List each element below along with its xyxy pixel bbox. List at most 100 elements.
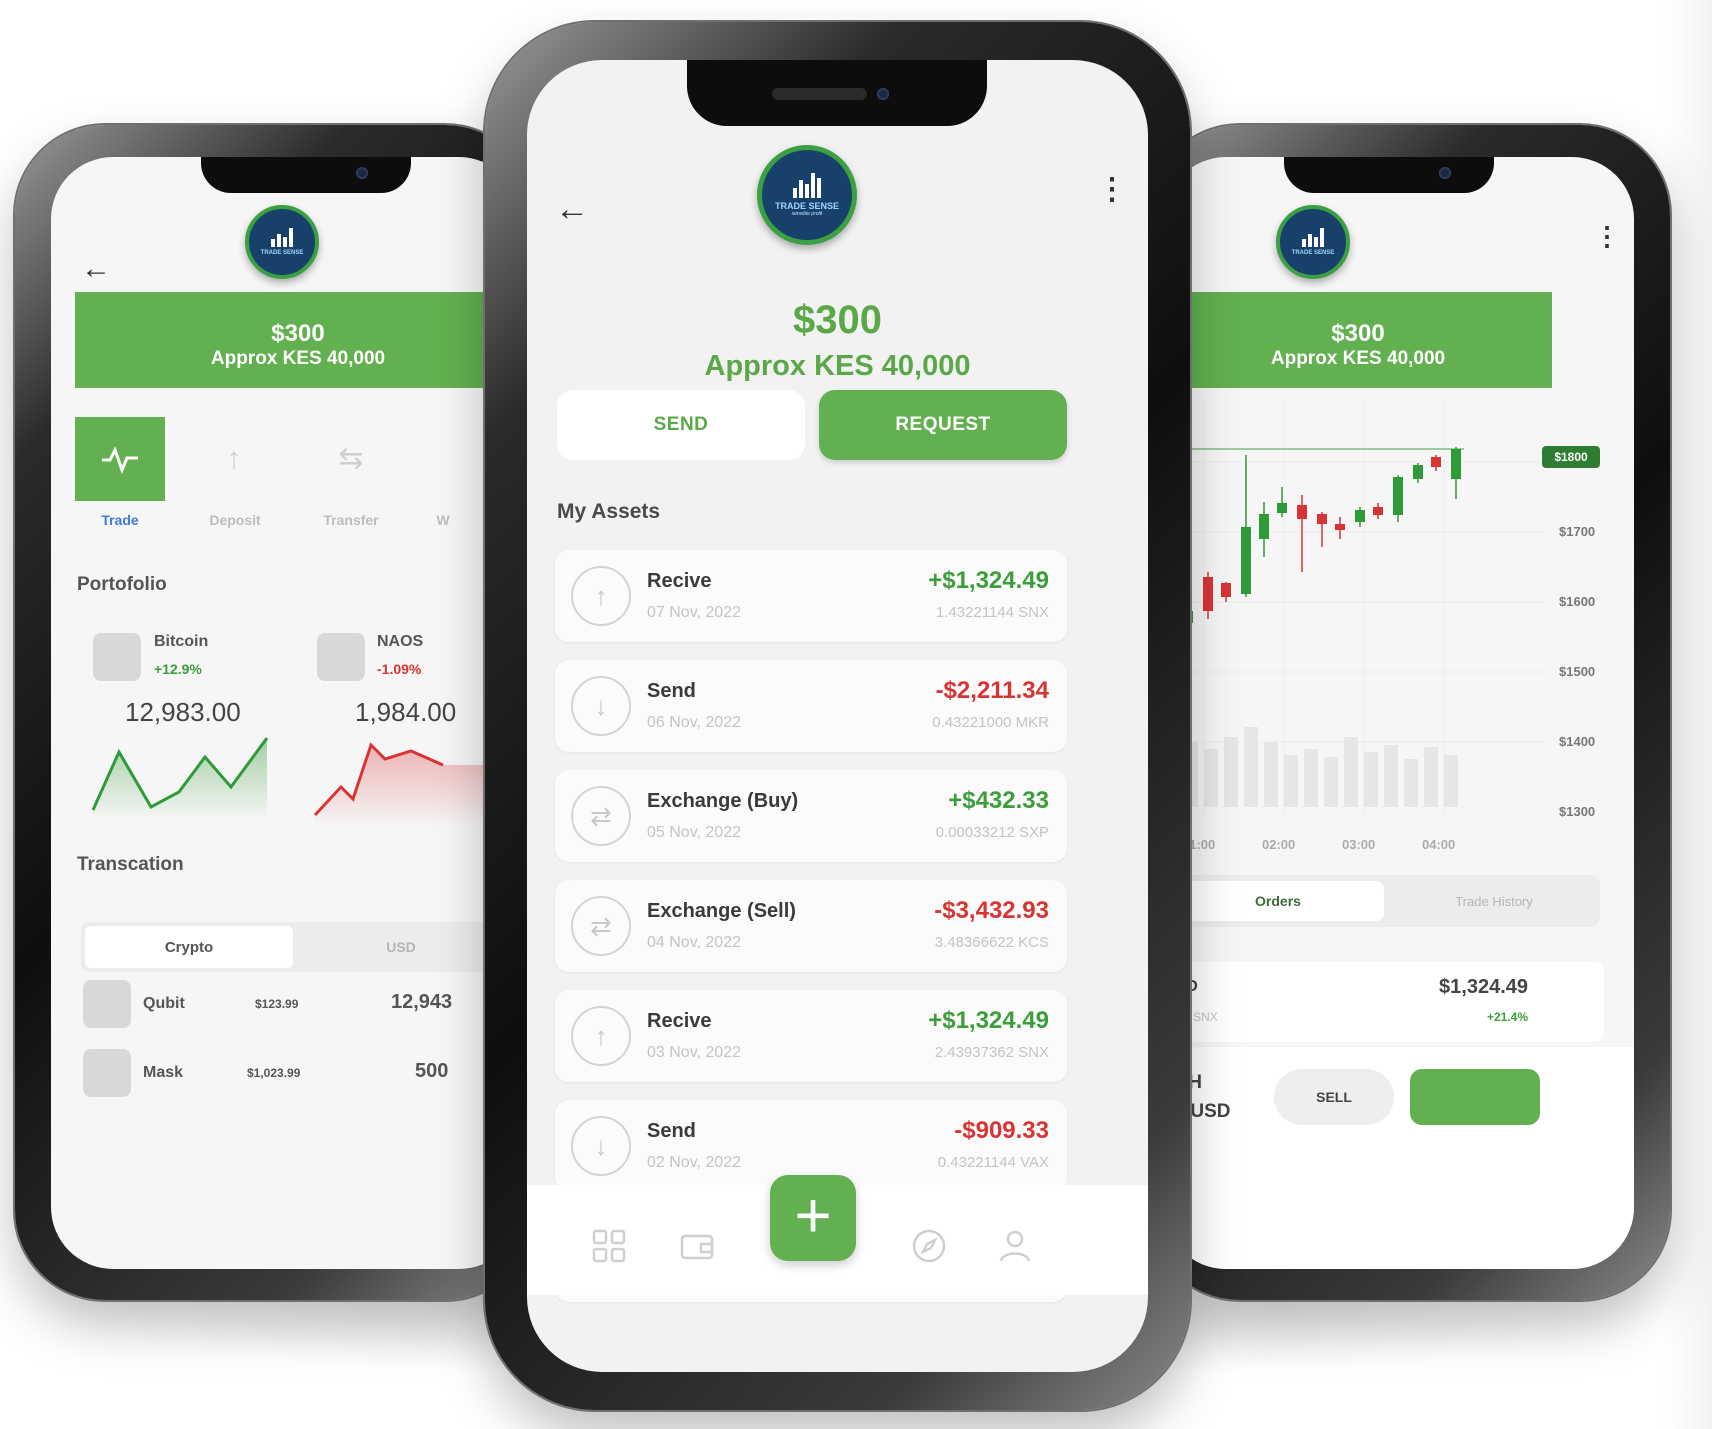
- portfolio-title: Portofolio: [77, 574, 167, 595]
- balance-amount: $300: [1331, 320, 1385, 347]
- transaction-title: Send: [647, 680, 696, 702]
- grid-icon[interactable]: [589, 1228, 629, 1268]
- segment-crypto[interactable]: Crypto: [85, 926, 293, 968]
- transaction-amount: -$2,211.34: [935, 677, 1049, 704]
- transaction-title: Send: [647, 1120, 696, 1142]
- tab-transfer-label: Transfer: [323, 512, 379, 528]
- row-name: Qubit: [143, 995, 185, 1012]
- front-camera: [877, 88, 889, 100]
- transaction-title: Transcation: [77, 854, 184, 875]
- transaction-row[interactable]: ⇄ Exchange (Sell) 04 Nov, 2022 -$3,432.93 3.…: [555, 880, 1067, 972]
- my-assets-title: My Assets: [557, 500, 661, 523]
- more-options-icon[interactable]: ⋮: [1097, 175, 1127, 205]
- transaction-title: Recive: [647, 570, 712, 592]
- front-camera: [356, 167, 368, 179]
- transaction-units: 0.43221144 VAX: [937, 1154, 1049, 1171]
- row-name: Mask: [143, 1064, 184, 1081]
- row-price: $123.99: [255, 997, 299, 1011]
- tab-withdraw-label: W: [436, 512, 450, 528]
- tab-deposit-label: Deposit: [209, 512, 261, 528]
- transaction-date: 07 Nov, 2022: [647, 604, 741, 621]
- logo-text: TRADE SENSE: [774, 201, 839, 212]
- coin-name: Bitcoin: [154, 633, 209, 650]
- back-arrow-icon[interactable]: ←: [81, 252, 111, 286]
- logo-tagline: sensible profit: [791, 211, 823, 218]
- arrow-up-icon: ↑: [226, 442, 242, 475]
- coin-change: +12.9%: [154, 661, 202, 677]
- more-options-icon[interactable]: ⋮: [1594, 223, 1620, 249]
- arrow-up-icon: ↑: [571, 1006, 631, 1066]
- bitcoin-sparkline: [91, 737, 269, 820]
- y-tick: $1700: [1559, 524, 1596, 539]
- balance-amount: $300: [271, 320, 325, 347]
- transaction-date: 03 Nov, 2022: [647, 1044, 741, 1061]
- transaction-row[interactable]: ⇄ Exchange (Buy) 05 Nov, 2022 +$432.33 0.000…: [555, 770, 1067, 862]
- exchange-icon: ⇄: [571, 896, 631, 956]
- x-tick: 03:00: [1342, 837, 1376, 852]
- trade-bar: [1164, 1047, 1634, 1269]
- transaction-row[interactable]: ↓ Send 06 Nov, 2022 -$2,211.34 0.43221000 MK…: [555, 660, 1067, 752]
- balance-approx: Approx KES 40,000: [704, 350, 971, 382]
- transaction-title: Exchange (Sell): [647, 900, 796, 922]
- transaction-row[interactable]: ↑ Recive 07 Nov, 2022 +$1,324.49 1.43221144 …: [555, 550, 1067, 642]
- transaction-amount: -$909.33: [954, 1117, 1049, 1144]
- row-amount: 500: [415, 1060, 449, 1082]
- add-button[interactable]: +: [770, 1175, 856, 1261]
- transaction-row[interactable]: ↑ Recive 03 Nov, 2022 +$1,324.49 2.43937362 …: [555, 990, 1067, 1082]
- transaction-amount: +$432.33: [948, 787, 1049, 814]
- back-arrow-icon[interactable]: ←: [555, 190, 589, 229]
- user-icon[interactable]: [995, 1228, 1035, 1268]
- request-button[interactable]: REQUEST: [819, 390, 1067, 460]
- row-amount: 12,943: [391, 991, 453, 1013]
- y-tick: $1500: [1559, 664, 1596, 679]
- trade-sense-logo: TRADE SENSE: [1276, 205, 1350, 279]
- bitcoin-icon: [93, 633, 141, 681]
- balance-approx: Approx KES 40,000: [210, 348, 386, 369]
- compass-icon[interactable]: [909, 1228, 949, 1268]
- y-tick: $1600: [1559, 594, 1596, 609]
- center-screen: ← TRADE SENSE sensible profit ⋮ $300 App…: [527, 60, 1148, 1372]
- coin-value: 12,983.00: [125, 697, 241, 727]
- send-button[interactable]: SEND: [557, 390, 805, 460]
- tab-trade[interactable]: [75, 417, 165, 501]
- candlestick-chart: [1164, 397, 1544, 817]
- order-card[interactable]: USD 1144 SNX $1,324.49 +21.4%: [1164, 962, 1604, 1042]
- exchange-icon: ⇄: [571, 786, 631, 846]
- sell-button[interactable]: SELL: [1274, 1069, 1394, 1125]
- row-price: $1,023.99: [247, 1066, 301, 1080]
- center-phone: ← TRADE SENSE sensible profit ⋮ $300 App…: [485, 22, 1190, 1410]
- arrow-up-icon: ↑: [571, 566, 631, 626]
- balance-banner: $300 Approx KES 40,000: [75, 292, 521, 388]
- tab-orders[interactable]: Orders: [1172, 881, 1384, 921]
- balance-amount: $300: [793, 298, 882, 342]
- wallet-icon[interactable]: [677, 1228, 717, 1268]
- arrow-down-icon: ↓: [571, 676, 631, 736]
- transaction-amount: +$1,324.49: [928, 1007, 1049, 1034]
- tab-deposit[interactable]: ↑: [189, 417, 279, 501]
- notch: [201, 157, 411, 193]
- speaker: [772, 88, 867, 100]
- mask-icon: [83, 1049, 131, 1097]
- coin-value: 1,984.00: [355, 697, 457, 727]
- transaction-date: 02 Nov, 2022: [647, 1154, 741, 1171]
- transaction-date: 05 Nov, 2022: [647, 824, 741, 841]
- pulse-icon: [75, 417, 165, 507]
- arrow-down-icon: ↓: [571, 1116, 631, 1176]
- front-camera: [1439, 167, 1451, 179]
- tab-transfer[interactable]: ⇆: [306, 417, 396, 501]
- segment-usd[interactable]: USD: [301, 926, 501, 968]
- transaction-units: 3.48366622 KCS: [934, 934, 1049, 951]
- order-change: +21.4%: [1486, 1010, 1528, 1024]
- left-phone: ← TRADE SENSE $300 Approx KES 40,000 ↑ ⇆…: [15, 125, 535, 1300]
- transaction-units: 0.00033212 SXP: [935, 824, 1049, 841]
- transaction-units: 0.43221000 MKR: [932, 714, 1049, 731]
- transaction-date: 04 Nov, 2022: [647, 934, 741, 951]
- transaction-title: Recive: [647, 1010, 712, 1032]
- balance-banner: $300 Approx KES 40,000: [1164, 292, 1552, 388]
- buy-button[interactable]: [1410, 1069, 1540, 1125]
- y-tick: $1300: [1559, 804, 1596, 819]
- trade-sense-logo: TRADE SENSE: [245, 205, 319, 279]
- coin-change: -1.09%: [377, 661, 422, 677]
- tab-trade-history[interactable]: Trade History: [1394, 881, 1594, 921]
- x-tick: 04:00: [1422, 837, 1456, 852]
